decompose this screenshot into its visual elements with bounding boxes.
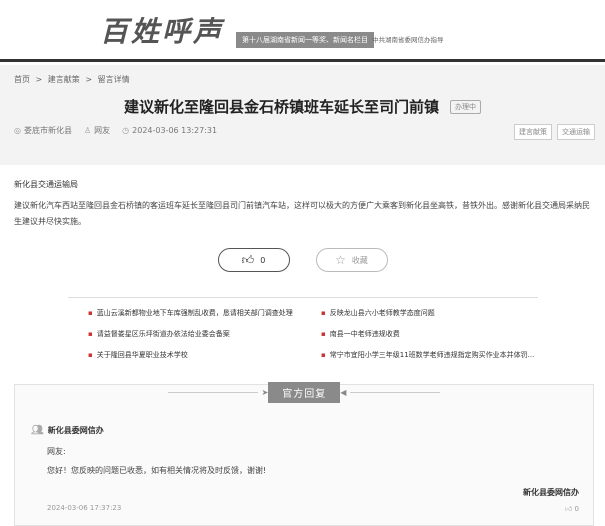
reply-signature: 新化县委网信办	[523, 488, 579, 497]
reply-like-button[interactable]: 👍︎ 0	[565, 504, 579, 513]
meta-time: ◷ 2024-03-06 13:27:31	[122, 126, 217, 135]
thumbs-up-icon: 👍︎	[564, 505, 573, 513]
star-icon: ☆	[335, 253, 346, 267]
site-header: 百姓呼声 第十八届湖南省新闻一等奖、新闻名栏目 中共湖南省委网信办指导	[0, 0, 605, 62]
related-title: 常宁市宜阳小学三年级11班数学老师违规指定购买作业本并体罚...	[329, 351, 535, 359]
user-icon: ♙	[83, 126, 92, 135]
tag-suggestion[interactable]: 建言献策	[514, 124, 552, 140]
like-count: 0	[260, 255, 266, 265]
breadcrumb-section[interactable]: 建言献策	[48, 75, 80, 84]
time-text: 2024-03-06 13:27:31	[132, 126, 218, 135]
related-title: 反映龙山县六小老师教学态度问题	[329, 309, 435, 317]
related-title: 蓝山云溪新都物业地下车库强制乱收费，恳请相关部门调查处理	[96, 309, 293, 317]
related-item[interactable]: ▪ 关于隆回县华夏职业技术学校	[88, 350, 321, 360]
bullet-icon: ▪	[88, 330, 93, 338]
breadcrumb-separator: >	[35, 75, 43, 84]
related-item[interactable]: ▪ 常宁市宜阳小学三年级11班数学老师违规指定购买作业本并体罚...	[321, 350, 554, 360]
heading-line	[350, 391, 441, 393]
user-group-icon: 👥︎	[31, 425, 44, 436]
location-icon: ◎	[14, 126, 21, 135]
breadcrumb-current: 留言详情	[97, 75, 130, 84]
award-badge: 第十八届湖南省新闻一等奖、新闻名栏目	[236, 32, 374, 48]
action-buttons: 👍︎ 0 ☆ 收藏	[0, 248, 605, 272]
clock-icon: ◷	[122, 126, 130, 135]
post-meta: ◎ 娄底市新化县 ♙ 网友 ◷ 2024-03-06 13:27:31	[14, 125, 217, 136]
status-badge: 办理中	[450, 99, 482, 114]
related-list: ▪ 蓝山云溪新都物业地下车库强制乱收费，恳请相关部门调查处理 ▪ 反映龙山县六小老师…	[88, 308, 558, 360]
location-text: 娄底市新化县	[23, 126, 72, 135]
title-row: 建议新化至隆回县金石桥镇班车延长至司门前镇 办理中	[0, 96, 605, 117]
reply-time: 2024-03-06 17:37:23	[47, 504, 122, 512]
breadcrumb: 首页 > 建言献策 > 留言详情	[14, 74, 130, 85]
guidance-text: 中共湖南省委网信办指导	[372, 36, 444, 44]
page-title: 建议新化至隆回县金石桥镇班车延长至司门前镇	[123, 98, 439, 116]
arrow-left-icon: ◀	[340, 387, 347, 397]
arrow-right-icon: ➤	[261, 387, 269, 397]
reply-text: 您好！您反映的问题已收悉，如有相关情况将及时反馈，谢谢!	[47, 466, 267, 475]
related-item[interactable]: ▪ 蓝山云溪新都物业地下车库强制乱收费，恳请相关部门调查处理	[88, 308, 321, 318]
heading-line	[167, 391, 258, 393]
divider	[68, 297, 538, 298]
related-item[interactable]: ▪ 请益督娄星区乐坪街道办依法给业委会备案	[88, 329, 321, 339]
reply-org: 👥︎ 新化县委网信办	[31, 425, 104, 436]
author-text: 网友	[94, 126, 111, 135]
related-item[interactable]: ▪ 南县一中老师违规收费	[321, 329, 554, 339]
thumbs-up-icon: 👍︎	[241, 252, 255, 267]
tag-transport[interactable]: 交通运输	[557, 124, 595, 140]
bullet-icon: ▪	[321, 330, 326, 338]
breadcrumb-separator: >	[85, 75, 93, 84]
reply-org-name: 新化县委网信办	[47, 426, 104, 435]
bullet-icon: ▪	[88, 309, 93, 317]
post-content: 建议新化汽车西站至隆回县金石桥镇的客运班车延长至隆回县司门前镇汽车站，这样可以极…	[14, 201, 590, 226]
related-title: 请益督娄星区乐坪街道办依法给业委会备案	[96, 330, 230, 338]
related-title: 关于隆回县华夏职业技术学校	[96, 351, 188, 359]
meta-author: ♙ 网友	[84, 125, 110, 136]
official-reply: ➤ 官方回复 ◀ 👥︎ 新化县委网信办 网友: 您好！您反映的问题已收悉，如有相…	[14, 381, 594, 526]
recipient: 新化县交通运输局	[14, 180, 78, 189]
bullet-icon: ▪	[321, 351, 326, 359]
meta-location: ◎ 娄底市新化县	[14, 125, 72, 136]
related-title: 南县一中老师违规收费	[329, 330, 400, 338]
favorite-label: 收藏	[351, 255, 368, 265]
site-logo[interactable]: 百姓呼声	[100, 10, 224, 50]
tag-list: 建言献策 交通运输	[514, 124, 595, 140]
breadcrumb-home[interactable]: 首页	[14, 75, 30, 84]
bullet-icon: ▪	[321, 309, 326, 317]
like-button[interactable]: 👍︎ 0	[217, 248, 290, 272]
reply-heading: ➤ 官方回复 ◀	[15, 381, 593, 403]
reply-salutation: 网友:	[47, 447, 66, 456]
favorite-button[interactable]: ☆ 收藏	[315, 248, 388, 272]
reply-heading-label: 官方回复	[268, 381, 341, 403]
reply-like-count: 0	[574, 505, 579, 513]
bullet-icon: ▪	[88, 351, 93, 359]
related-item[interactable]: ▪ 反映龙山县六小老师教学态度问题	[321, 308, 554, 318]
